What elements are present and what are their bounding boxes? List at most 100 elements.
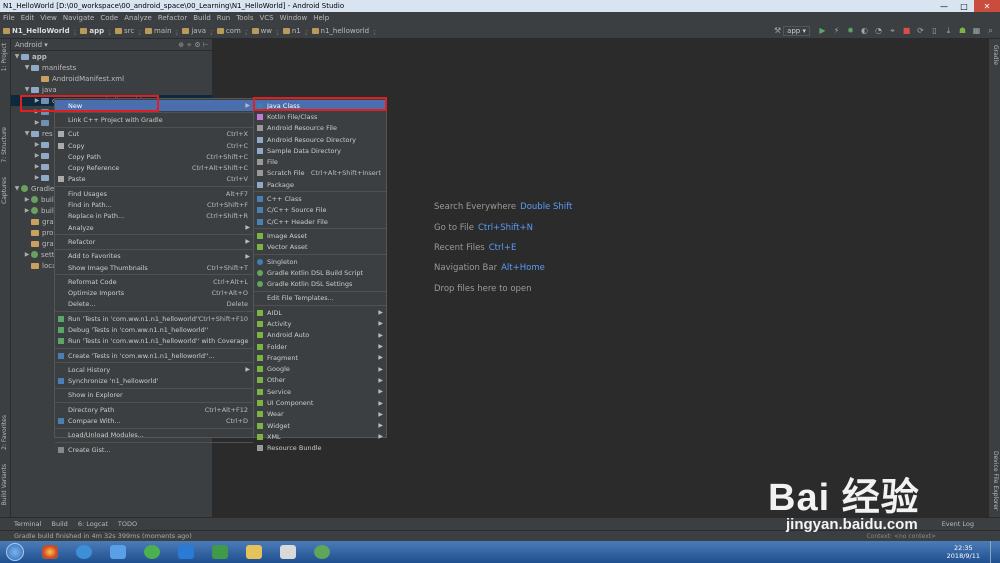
profile-icon[interactable]: ◔ bbox=[873, 25, 884, 36]
taskbar-app-360[interactable] bbox=[138, 542, 166, 562]
menu-item[interactable]: Compare With... Ctrl+D bbox=[55, 415, 253, 426]
collapsed-arrow-icon[interactable]: ▶ bbox=[33, 119, 41, 126]
menu-window[interactable]: Window bbox=[280, 14, 308, 22]
menu-item[interactable]: Optimize Imports Ctrl+Alt+O bbox=[55, 287, 253, 298]
breadcrumb-item[interactable]: app › bbox=[80, 27, 111, 38]
menu-tools[interactable]: Tools bbox=[236, 14, 253, 22]
start-button[interactable] bbox=[0, 541, 30, 563]
taskbar-app-ie[interactable] bbox=[70, 542, 98, 562]
menu-item[interactable]: Refactor ▶ bbox=[55, 236, 253, 247]
taskbar-app-bird[interactable] bbox=[172, 542, 200, 562]
menu-item[interactable]: Package bbox=[254, 179, 386, 190]
menu-item[interactable]: Synchronize 'n1_helloworld' bbox=[55, 376, 253, 387]
menu-edit[interactable]: Edit bbox=[21, 14, 35, 22]
menu-item[interactable]: Android Resource Directory bbox=[254, 134, 386, 145]
close-button[interactable]: ✕ bbox=[974, 0, 1000, 12]
avd-manager-icon[interactable]: ▯ bbox=[929, 25, 940, 36]
hammer-icon[interactable]: ⚒ bbox=[772, 25, 783, 36]
collapsed-arrow-icon[interactable]: ▶ bbox=[23, 207, 31, 214]
menu-item[interactable]: Show in Explorer bbox=[55, 390, 253, 401]
clock[interactable]: 22:35 2018/9/11 bbox=[947, 544, 980, 560]
breadcrumb-item[interactable]: java › bbox=[182, 27, 213, 38]
maximize-button[interactable]: □ bbox=[954, 0, 974, 12]
breadcrumb-item[interactable]: com › bbox=[216, 27, 248, 38]
menu-item[interactable]: Android Auto ▶ bbox=[254, 330, 386, 341]
search-icon[interactable]: ⌕ bbox=[985, 25, 996, 36]
menu-item[interactable]: Cut Ctrl+X bbox=[55, 129, 253, 140]
menu-item[interactable]: Create Gist... bbox=[55, 444, 253, 455]
menu-item[interactable]: Analyze ▶ bbox=[55, 222, 253, 233]
breadcrumb-item[interactable]: src › bbox=[114, 27, 142, 38]
menu-item[interactable]: Sample Data Directory bbox=[254, 145, 386, 156]
menu-item[interactable]: UI Component ▶ bbox=[254, 397, 386, 408]
attach-debugger-icon[interactable]: ⌖ bbox=[887, 25, 898, 36]
menu-item[interactable]: Vector Asset bbox=[254, 242, 386, 253]
menu-item[interactable]: AIDL ▶ bbox=[254, 307, 386, 318]
breadcrumb-item[interactable]: N1_HelloWorld › bbox=[3, 27, 77, 38]
taskbar-app-android-studio[interactable] bbox=[308, 542, 336, 562]
menu-item[interactable]: Directory Path Ctrl+Alt+F12 bbox=[55, 404, 253, 415]
taskbar-app-explorer[interactable] bbox=[240, 542, 268, 562]
menu-item[interactable]: Run 'Tests in 'com.ww.n1.n1_helloworld''… bbox=[55, 336, 253, 347]
menu-item[interactable]: Paste Ctrl+V bbox=[55, 174, 253, 185]
tab-build-variants[interactable]: Build Variants bbox=[1, 464, 8, 505]
menu-item[interactable]: Image Asset bbox=[254, 230, 386, 241]
menu-item[interactable]: Android Resource File bbox=[254, 123, 386, 134]
show-desktop-button[interactable] bbox=[990, 541, 1000, 563]
menu-item[interactable]: Find in Path... Ctrl+Shift+F bbox=[55, 199, 253, 210]
menu-item[interactable]: Edit File Templates... bbox=[254, 293, 386, 304]
menu-item[interactable]: Run 'Tests in 'com.ww.n1.n1_helloworld''… bbox=[55, 313, 253, 324]
tree-row[interactable]: AndroidManifest.xml bbox=[11, 73, 212, 84]
menu-item[interactable]: Wear ▶ bbox=[254, 409, 386, 420]
sync-icon[interactable]: ⟳ bbox=[915, 25, 926, 36]
apply-changes-icon[interactable]: ⚡ bbox=[831, 25, 842, 36]
menu-view[interactable]: View bbox=[40, 14, 57, 22]
menu-item[interactable]: Show Image Thumbnails Ctrl+Shift+T bbox=[55, 262, 253, 273]
sdk-manager-icon[interactable]: ⤓ bbox=[943, 25, 954, 36]
menu-item[interactable]: Copy Path Ctrl+Shift+C bbox=[55, 151, 253, 162]
menu-refactor[interactable]: Refactor bbox=[158, 14, 187, 22]
menu-item[interactable]: Load/Unload Modules... bbox=[55, 430, 253, 441]
taskbar-app-paint[interactable] bbox=[274, 542, 302, 562]
taskbar-app-sheets[interactable] bbox=[206, 542, 234, 562]
menu-code[interactable]: Code bbox=[100, 14, 118, 22]
menu-item[interactable]: Kotlin File/Class bbox=[254, 111, 386, 122]
menu-item[interactable]: Singleton bbox=[254, 256, 386, 267]
menu-item[interactable]: XML ▶ bbox=[254, 431, 386, 442]
menu-item[interactable]: File bbox=[254, 156, 386, 167]
menu-item[interactable]: Google ▶ bbox=[254, 364, 386, 375]
tab-terminal[interactable]: Terminal bbox=[14, 520, 41, 528]
tab-logcat[interactable]: 6: Logcat bbox=[78, 520, 108, 528]
menu-item[interactable]: C/C++ Header File bbox=[254, 216, 386, 227]
expanded-arrow-icon[interactable]: ▼ bbox=[13, 53, 21, 60]
run-config-select[interactable]: app ▾ bbox=[783, 25, 810, 36]
collapsed-arrow-icon[interactable]: ▶ bbox=[33, 163, 41, 170]
collapsed-arrow-icon[interactable]: ▶ bbox=[23, 196, 31, 203]
menu-build[interactable]: Build bbox=[193, 14, 211, 22]
menu-run[interactable]: Run bbox=[217, 14, 230, 22]
menu-help[interactable]: Help bbox=[313, 14, 329, 22]
menu-item[interactable]: Folder ▶ bbox=[254, 341, 386, 352]
project-view-select[interactable]: Android bbox=[15, 41, 42, 49]
breadcrumb-item[interactable]: n1_helloworld › bbox=[311, 27, 376, 38]
collapsed-arrow-icon[interactable]: ▶ bbox=[33, 141, 41, 148]
menu-vcs[interactable]: VCS bbox=[259, 14, 273, 22]
menu-item[interactable]: Debug 'Tests in 'com.ww.n1.n1_helloworld… bbox=[55, 324, 253, 335]
menu-item[interactable]: Gradle Kotlin DSL Settings bbox=[254, 278, 386, 289]
menu-item[interactable]: Find Usages Alt+F7 bbox=[55, 188, 253, 199]
menu-item[interactable]: Add to Favorites ▶ bbox=[55, 251, 253, 262]
minimize-button[interactable]: — bbox=[934, 0, 954, 12]
expanded-arrow-icon[interactable]: ▼ bbox=[23, 130, 31, 137]
menu-item[interactable]: Local History ▶ bbox=[55, 364, 253, 375]
menu-item[interactable]: C/C++ Source File bbox=[254, 205, 386, 216]
menu-item[interactable]: Gradle Kotlin DSL Build Script bbox=[254, 267, 386, 278]
menu-item[interactable]: Replace in Path... Ctrl+Shift+R bbox=[55, 211, 253, 222]
taskbar-app-browser[interactable] bbox=[104, 542, 132, 562]
expanded-arrow-icon[interactable]: ▼ bbox=[23, 86, 31, 93]
breadcrumb-item[interactable]: n1 › bbox=[282, 27, 308, 38]
menu-item[interactable]: Link C++ Project with Gradle bbox=[55, 114, 253, 125]
menu-item[interactable]: Other ▶ bbox=[254, 375, 386, 386]
taskbar-app-chrome[interactable] bbox=[36, 542, 64, 562]
menu-item[interactable]: C++ Class bbox=[254, 193, 386, 204]
menu-item[interactable]: Reformat Code Ctrl+Alt+L bbox=[55, 276, 253, 287]
